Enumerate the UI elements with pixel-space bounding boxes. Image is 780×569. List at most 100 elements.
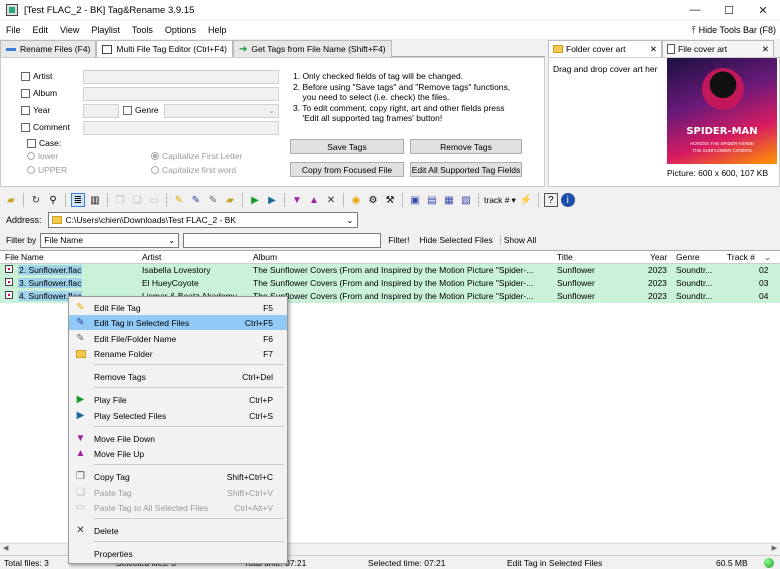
row-checkbox[interactable] [5,278,13,286]
column-header-album[interactable]: Album [253,252,277,262]
menu-playlist[interactable]: Playlist [85,25,126,35]
cover-art-image[interactable]: SPIDER-MAN ACROSS THE SPIDER-VERSE THE S… [667,58,777,164]
edit-tag-selected-icon[interactable]: ✎ [189,193,203,207]
table-row[interactable]: 3. Sunflower.flac El HueyCoyote The Sunf… [0,277,780,290]
menu-item-play-selected-files[interactable]: ▶ Play Selected Files Ctrl+S [69,408,287,423]
radio-upper[interactable] [27,166,35,174]
filter-text-input[interactable] [183,232,382,248]
menu-file[interactable]: File [0,25,27,35]
play-selected-icon[interactable]: ▶ [265,193,279,207]
case-upper-option[interactable]: UPPER [27,165,67,175]
save-tags-button[interactable]: Save Tags [290,139,404,154]
year-checkbox[interactable] [21,105,30,115]
hide-selected-files-button[interactable]: Hide Selected Files [416,235,495,245]
hide-toolbar-button[interactable]: ⤒ Hide Tools Bar (F8) [692,25,780,36]
export-icon[interactable]: ▦ [442,193,456,207]
clipboard-disabled-icon[interactable]: ▭ [147,193,161,207]
artist-input[interactable] [83,70,279,84]
case-lower-option[interactable]: lower [27,151,58,161]
filter-field-select[interactable]: File Name ⌄ [40,232,180,248]
menu-item-paste-tag-to-all-selected[interactable]: ▭ Paste Tag to All Selected Files Ctrl+A… [69,500,287,515]
address-input[interactable]: C:\Users\chien\Downloads\Test FLAC_2 - B… [47,212,358,228]
search-icon[interactable]: ⚲ [46,193,60,207]
column-header-title[interactable]: Title [557,252,573,262]
delete-icon[interactable]: ✕ [324,193,338,207]
rename-folder-icon[interactable]: ▰ [223,193,237,207]
copy-from-focused-file-button[interactable]: Copy from Focused File [290,162,404,177]
year-input[interactable] [83,104,119,118]
view-list-icon[interactable]: ≣ [71,193,85,207]
menu-item-play-file[interactable]: ▶ Play File Ctrl+P [69,392,287,407]
menu-help[interactable]: Help [202,25,233,35]
close-icon[interactable]: ✕ [762,44,769,55]
play-icon[interactable]: ▶ [248,193,262,207]
tab-folder-cover-art[interactable]: Folder cover art ✕ [548,40,662,57]
radio-lower[interactable] [27,152,35,160]
radio-capitalize-first-word[interactable] [151,166,159,174]
help-icon[interactable]: ? [543,193,558,207]
copy-disabled-icon[interactable]: ❐ [113,193,127,207]
open-folder-icon[interactable]: ▰ [4,193,18,207]
tools-icon[interactable]: ⚒ [383,193,397,207]
edit-tag-icon[interactable]: ✎ [172,193,186,207]
close-icon[interactable]: ✕ [650,44,657,55]
case-checkbox[interactable] [27,138,36,148]
paste-disabled-icon[interactable]: ❏ [130,193,144,207]
menu-item-paste-tag[interactable]: ❏ Paste Tag Shift+Ctrl+V [69,485,287,500]
track-number-button[interactable]: track # ▾ [484,195,516,206]
tab-multi-file-tag-editor[interactable]: Multi File Tag Editor (Ctrl+F4) [96,40,233,57]
column-header-genre[interactable]: Genre [676,252,700,262]
album-input[interactable] [83,87,279,101]
menu-item-properties[interactable]: Properties [69,546,287,561]
info-icon[interactable]: i [560,193,575,207]
menu-view[interactable]: View [54,25,85,35]
menu-item-remove-tags[interactable]: Remove Tags Ctrl+Del [69,369,287,384]
genre-checkbox[interactable] [123,105,132,115]
edit-all-tag-fields-button[interactable]: Edit All Supported Tag Fields [410,162,522,177]
minimize-button[interactable]: — [678,4,712,16]
menu-item-edit-tag-in-selected-files[interactable]: ✎ Edit Tag in Selected Files Ctrl+F5 [69,315,287,330]
playlist-icon[interactable]: ▧ [459,193,473,207]
column-header-artist[interactable]: Artist [142,252,161,262]
album-checkbox[interactable] [21,88,30,98]
scroll-right-icon[interactable]: ▶ [772,544,777,552]
comment-checkbox[interactable] [21,122,30,132]
case-capitalize-first-word-option[interactable]: Capitalize first word [151,165,236,175]
tab-rename-files[interactable]: Rename Files (F4) [0,40,97,57]
row-checkbox[interactable] [5,265,13,273]
tag-frames-icon[interactable]: ▤ [425,193,439,207]
refresh-icon[interactable]: ↻ [29,193,43,207]
genre-select[interactable]: ⌄ [164,104,279,118]
scroll-left-icon[interactable]: ◀ [3,544,8,552]
number-tool-icon[interactable]: ⚡ [519,193,533,207]
filter-button[interactable]: Filter! [385,235,412,245]
comment-input[interactable] [83,121,279,135]
case-capitalize-first-letter-option[interactable]: Capitalize First Letter [151,151,242,161]
column-header-file-name[interactable]: File Name [5,252,44,262]
menu-item-edit-file-folder-name[interactable]: ✎ Edit File/Folder Name F6 [69,331,287,346]
artist-checkbox[interactable] [21,71,30,81]
column-header-year[interactable]: Year [650,252,667,262]
menu-item-copy-tag[interactable]: ❐ Copy Tag Shift+Ctrl+C [69,469,287,484]
view-columns-icon[interactable]: ▥ [88,193,102,207]
tab-file-cover-art[interactable]: File cover art ✕ [662,40,774,57]
menu-edit[interactable]: Edit [27,25,55,35]
edit-name-icon[interactable]: ✎ [206,193,220,207]
tab-get-tags-from-filename[interactable]: ➔ Get Tags from File Name (Shift+F4) [233,40,392,57]
menu-item-edit-file-tag[interactable]: ✎ Edit File Tag F5 [69,300,287,315]
menu-item-rename-folder[interactable]: Rename Folder F7 [69,346,287,361]
cd-icon[interactable]: ◉ [349,193,363,207]
menu-options[interactable]: Options [159,25,202,35]
move-up-icon[interactable]: ▲ [307,193,321,207]
settings-icon[interactable]: ⚙ [366,193,380,207]
menu-tools[interactable]: Tools [126,25,159,35]
row-checkbox[interactable] [5,291,13,299]
move-down-icon[interactable]: ▼ [290,193,304,207]
remove-tags-button[interactable]: Remove Tags [410,139,522,154]
table-row[interactable]: 2. Sunflower.flac Isabella Lovestory The… [0,264,780,277]
menu-item-delete[interactable]: ✕ Delete [69,523,287,538]
column-header-track[interactable]: Track # [727,252,755,262]
radio-capitalize-first-letter[interactable] [151,152,159,160]
save-icon[interactable]: ▣ [408,193,422,207]
menu-item-move-file-down[interactable]: ▼ Move File Down [69,431,287,446]
